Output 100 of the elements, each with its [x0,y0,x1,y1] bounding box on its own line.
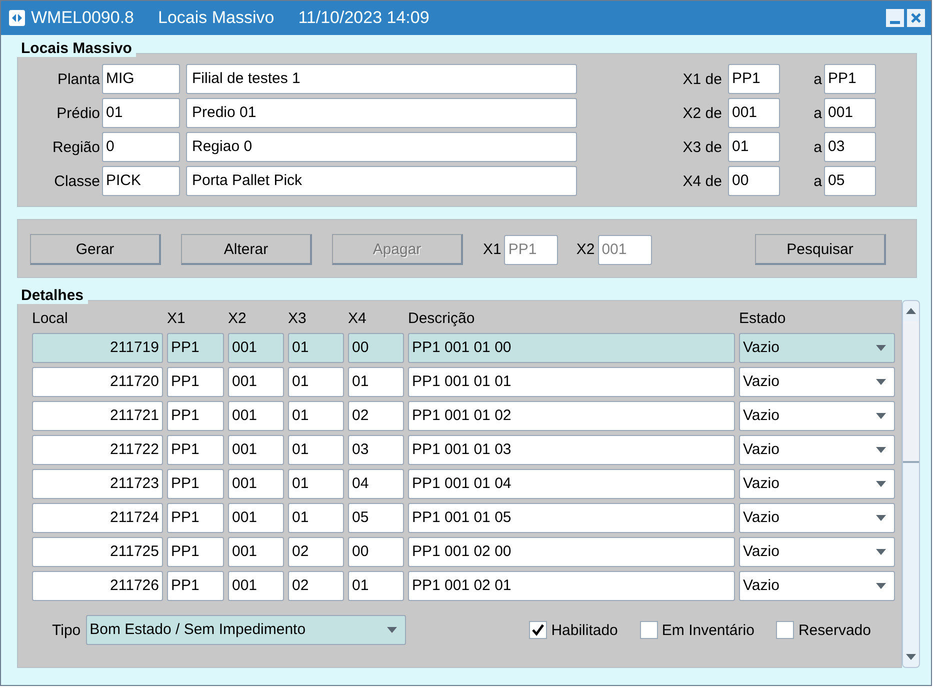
field-label: Prédio [56,104,101,122]
field-label: a [812,138,823,156]
action-button[interactable]: Alterar [181,234,312,265]
table-cell[interactable]: 02 [348,401,404,431]
checkbox[interactable]: Habilitado [529,621,618,639]
table-cell[interactable]: 211719 [32,333,163,363]
type-dropdown[interactable]: Bom Estado / Sem Impedimento [86,615,406,645]
status-dropdown[interactable]: Vazio [739,435,895,465]
from-field[interactable]: PP1 [728,64,780,94]
to-field[interactable]: 03 [824,132,876,162]
table-cell[interactable]: 01 [288,367,344,397]
status-dropdown[interactable]: Vazio [739,469,895,499]
action-button[interactable]: Gerar [30,234,161,265]
status-dropdown[interactable]: Vazio [739,401,895,431]
table-cell[interactable]: 211726 [32,571,163,601]
window-title: WMEL0090.8 [31,8,134,28]
table-cell[interactable]: 00 [348,333,404,363]
table-cell[interactable]: 001 [228,571,284,601]
description-field[interactable]: Predio 01 [186,98,577,128]
column-header: X1 [167,310,186,326]
table-cell[interactable]: 211723 [32,469,163,499]
table-cell[interactable]: 001 [228,367,284,397]
description-field[interactable]: Filial de testes 1 [186,64,577,94]
code-field[interactable]: PICK [102,166,180,196]
to-field[interactable]: PP1 [824,64,876,94]
minimize-button[interactable] [886,9,904,27]
status-dropdown[interactable]: Vazio [739,503,895,533]
table-cell[interactable]: 01 [288,401,344,431]
scrollbar[interactable] [902,300,920,668]
table-cell[interactable]: PP1 [167,537,224,567]
table-cell[interactable]: 01 [288,503,344,533]
column-header: Descrição [408,310,476,326]
table-cell[interactable]: 03 [348,435,404,465]
field-label: X1 [483,241,502,258]
code-field[interactable]: 0 [102,132,180,162]
table-cell[interactable]: PP1 [167,435,224,465]
to-field[interactable]: 001 [824,98,876,128]
table-cell[interactable]: PP1 001 01 00 [408,333,735,363]
from-field[interactable]: 01 [728,132,780,162]
table-cell[interactable]: PP1 001 01 01 [408,367,735,397]
table-cell[interactable]: 211722 [32,435,163,465]
table-cell[interactable]: 00 [348,537,404,567]
table-cell[interactable]: 01 [288,333,344,363]
caret-icon [876,481,886,487]
from-field[interactable]: 00 [728,166,780,196]
from-field[interactable]: 001 [728,98,780,128]
caret-icon [876,583,886,589]
table-cell[interactable]: 001 [228,401,284,431]
table-cell[interactable]: 001 [228,469,284,499]
description-field[interactable]: Porta Pallet Pick [186,166,577,196]
table-cell[interactable]: 01 [288,469,344,499]
minimize-icon [890,20,900,24]
table-cell[interactable]: PP1 [167,333,224,363]
table-cell[interactable]: 211721 [32,401,163,431]
table-cell[interactable]: 001 [228,435,284,465]
close-button[interactable] [907,9,925,27]
field-label: a [812,104,823,122]
field-label: X2 de [682,104,722,122]
scroll-up-icon[interactable] [905,307,917,315]
table-cell[interactable]: 01 [288,435,344,465]
table-cell[interactable]: 211724 [32,503,163,533]
status-dropdown[interactable]: Vazio [739,333,895,363]
description-field[interactable]: Regiao 0 [186,132,577,162]
table-cell[interactable]: 02 [288,537,344,567]
to-field[interactable]: 05 [824,166,876,196]
table-cell[interactable]: PP1 [167,503,224,533]
table-cell[interactable]: 01 [348,367,404,397]
status-dropdown[interactable]: Vazio [739,571,895,601]
scroll-down-icon[interactable] [905,653,917,661]
field-label: a [812,70,823,88]
table-cell[interactable]: 211725 [32,537,163,567]
field-label: X2 [576,241,595,258]
table-cell[interactable]: 04 [348,469,404,499]
table-cell[interactable]: 01 [348,571,404,601]
code-field[interactable]: 01 [102,98,180,128]
status-dropdown[interactable]: Vazio [739,367,895,397]
table-cell[interactable]: 02 [288,571,344,601]
table-cell[interactable]: PP1 [167,571,224,601]
table-cell[interactable]: 001 [228,333,284,363]
table-cell[interactable]: PP1 [167,367,224,397]
caret-icon [876,515,886,521]
table-cell[interactable]: PP1 [167,401,224,431]
table-cell[interactable]: PP1 001 02 01 [408,571,735,601]
table-cell[interactable]: PP1 001 01 02 [408,401,735,431]
table-cell[interactable]: PP1 001 01 04 [408,469,735,499]
table-cell[interactable]: PP1 001 01 05 [408,503,735,533]
table-cell[interactable]: 211720 [32,367,163,397]
code-field[interactable]: MIG [102,64,180,94]
table-cell[interactable]: 05 [348,503,404,533]
status-dropdown[interactable]: Vazio [739,537,895,567]
checkbox[interactable]: Em Inventário [640,621,754,639]
action-button[interactable]: Pesquisar [755,234,886,265]
table-cell[interactable]: PP1 [167,469,224,499]
table-cell[interactable]: PP1 001 01 03 [408,435,735,465]
window-title: 11/10/2023 14:09 [298,8,430,28]
table-cell[interactable]: 001 [228,503,284,533]
table-cell[interactable]: PP1 001 02 00 [408,537,735,567]
checkbox[interactable]: Reservado [776,621,871,639]
column-header: X4 [348,310,368,326]
table-cell[interactable]: 001 [228,537,284,567]
